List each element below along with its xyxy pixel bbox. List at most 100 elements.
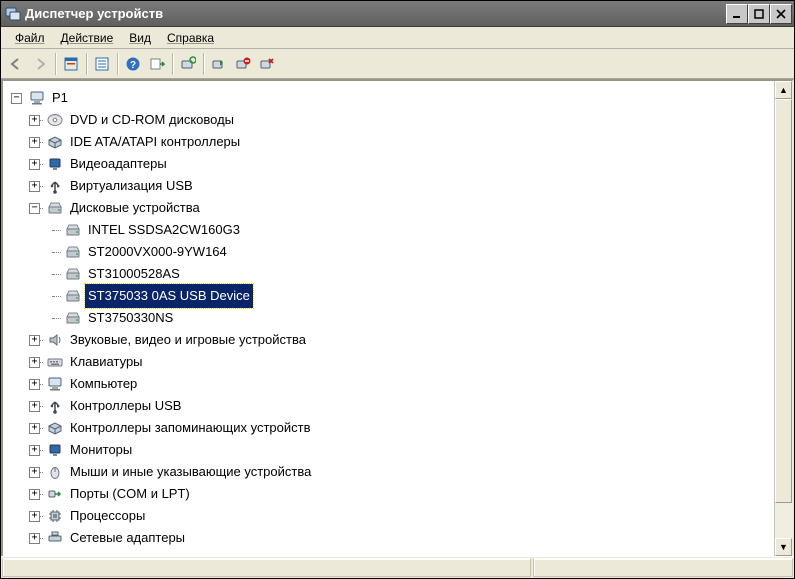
close-button[interactable] (770, 4, 792, 24)
scroll-down-button[interactable]: ▼ (775, 538, 792, 556)
drive-icon (63, 286, 83, 306)
category-label[interactable]: Звуковые, видео и игровые устройства (67, 328, 309, 352)
tree-category[interactable]: + Компьютер (7, 373, 774, 395)
app-icon (5, 6, 21, 22)
menu-help[interactable]: Справка (159, 29, 222, 47)
device-label[interactable]: ST375033 0AS USB Device (85, 284, 253, 308)
category-label[interactable]: Порты (COM и LPT) (67, 482, 193, 506)
expand-icon[interactable]: + (29, 467, 40, 478)
menu-view[interactable]: Вид (121, 29, 159, 47)
category-icon (45, 374, 65, 394)
expand-icon[interactable]: + (29, 335, 40, 346)
tree-category[interactable]: + Мыши и иные указывающие устройства (7, 461, 774, 483)
category-icon (45, 176, 65, 196)
tree-device[interactable]: ST3750330NS (7, 307, 774, 329)
category-label[interactable]: Сетевые адаптеры (67, 526, 188, 550)
tree-category[interactable]: + Мониторы (7, 439, 774, 461)
tree-category[interactable]: + Контроллеры USB (7, 395, 774, 417)
expand-icon[interactable]: + (29, 137, 40, 148)
category-label[interactable]: Контроллеры USB (67, 394, 184, 418)
menu-file[interactable]: Файл (7, 29, 53, 47)
collapse-icon[interactable]: − (11, 93, 22, 104)
category-label[interactable]: DVD и CD-ROM дисководы (67, 108, 237, 132)
expand-icon[interactable]: + (29, 115, 40, 126)
tree-category[interactable]: + Виртуализация USB (7, 175, 774, 197)
tree-root[interactable]: − P1 (7, 87, 774, 109)
device-label[interactable]: ST2000VX000-9YW164 (85, 240, 230, 264)
menu-action[interactable]: Действие (53, 29, 122, 47)
scroll-thumb[interactable] (775, 99, 792, 503)
minimize-button[interactable] (726, 4, 748, 24)
forward-button[interactable] (29, 53, 51, 75)
window-title: Диспетчер устройств (25, 6, 726, 21)
expand-icon[interactable]: + (29, 511, 40, 522)
tree-category[interactable]: + Порты (COM и LPT) (7, 483, 774, 505)
disable-device-button[interactable] (232, 53, 254, 75)
drive-icon (63, 220, 83, 240)
category-icon (45, 418, 65, 438)
tree-device[interactable]: ST2000VX000-9YW164 (7, 241, 774, 263)
show-hidden-button[interactable] (60, 53, 82, 75)
scroll-track[interactable] (775, 99, 792, 538)
category-icon (45, 330, 65, 350)
expand-icon[interactable]: + (29, 533, 40, 544)
device-label[interactable]: INTEL SSDSA2CW160G3 (85, 218, 243, 242)
category-label[interactable]: Мыши и иные указывающие устройства (67, 460, 314, 484)
uninstall-device-button[interactable] (256, 53, 278, 75)
tree-category[interactable]: − Дисковые устройства (7, 197, 774, 219)
back-button[interactable] (5, 53, 27, 75)
maximize-button[interactable] (748, 4, 770, 24)
vertical-scrollbar[interactable]: ▲ ▼ (774, 81, 792, 556)
enable-device-button[interactable] (208, 53, 230, 75)
tree-device[interactable]: INTEL SSDSA2CW160G3 (7, 219, 774, 241)
tree-category[interactable]: + Контроллеры запоминающих устройств (7, 417, 774, 439)
drive-icon (63, 264, 83, 284)
expand-icon[interactable]: + (29, 379, 40, 390)
category-label[interactable]: Виртуализация USB (67, 174, 196, 198)
computer-icon (27, 88, 47, 108)
expand-icon[interactable]: + (29, 159, 40, 170)
help-button[interactable]: ? (122, 53, 144, 75)
tree-category[interactable]: + DVD и CD-ROM дисководы (7, 109, 774, 131)
tree-category[interactable]: + Клавиатуры (7, 351, 774, 373)
category-icon (45, 132, 65, 152)
drive-icon (63, 308, 83, 328)
category-icon (45, 154, 65, 174)
collapse-icon[interactable]: − (29, 203, 40, 214)
scan-hardware-button[interactable] (177, 53, 199, 75)
category-icon (45, 528, 65, 548)
category-label[interactable]: Мониторы (67, 438, 135, 462)
category-label[interactable]: Видеоадаптеры (67, 152, 170, 176)
tree-category[interactable]: + Видеоадаптеры (7, 153, 774, 175)
category-icon (45, 462, 65, 482)
tree-category[interactable]: + Процессоры (7, 505, 774, 527)
properties-button[interactable] (91, 53, 113, 75)
root-label[interactable]: P1 (49, 86, 71, 110)
expand-icon[interactable]: + (29, 489, 40, 500)
tree-category[interactable]: + Звуковые, видео и игровые устройства (7, 329, 774, 351)
expand-icon[interactable]: + (29, 423, 40, 434)
category-label[interactable]: IDE ATA/ATAPI контроллеры (67, 130, 243, 154)
tree-category[interactable]: + IDE ATA/ATAPI контроллеры (7, 131, 774, 153)
device-tree[interactable]: − P1 + DVD и CD-ROM дисководы + IDE ATA/ATAPI… (3, 81, 774, 556)
tree-device[interactable]: ST31000528AS (7, 263, 774, 285)
category-label[interactable]: Процессоры (67, 504, 148, 528)
category-label[interactable]: Компьютер (67, 372, 140, 396)
category-icon (45, 198, 65, 218)
expand-icon[interactable]: + (29, 445, 40, 456)
action-button[interactable] (146, 53, 168, 75)
category-label[interactable]: Контроллеры запоминающих устройств (67, 416, 313, 440)
category-label[interactable]: Дисковые устройства (67, 196, 203, 220)
toolbar: ? (1, 49, 794, 79)
tree-device[interactable]: ST375033 0AS USB Device (7, 285, 774, 307)
tree-category[interactable]: + Сетевые адаптеры (7, 527, 774, 549)
category-label[interactable]: Клавиатуры (67, 350, 146, 374)
expand-icon[interactable]: + (29, 181, 40, 192)
device-label[interactable]: ST31000528AS (85, 262, 183, 286)
expand-icon[interactable]: + (29, 357, 40, 368)
device-label[interactable]: ST3750330NS (85, 306, 176, 330)
expand-icon[interactable]: + (29, 401, 40, 412)
drive-icon (63, 242, 83, 262)
menu-bar: Файл Действие Вид Справка (1, 27, 794, 49)
scroll-up-button[interactable]: ▲ (775, 81, 792, 99)
